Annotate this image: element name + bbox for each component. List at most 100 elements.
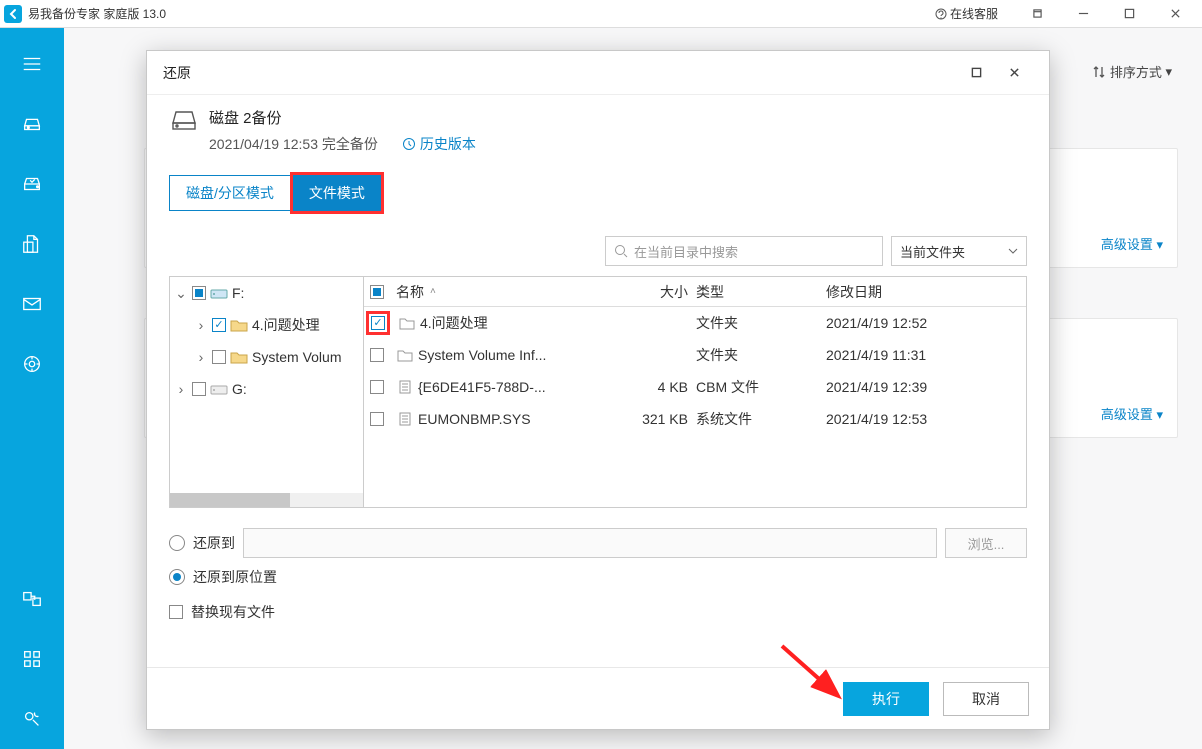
online-support-link[interactable]: 在线客服 [934, 5, 998, 22]
overwrite-label: 替换现有文件 [191, 602, 275, 622]
restore-original-label: 还原到原位置 [193, 567, 277, 587]
chevron-right-icon[interactable]: › [174, 381, 188, 397]
folder-icon [396, 347, 414, 363]
checkbox[interactable] [212, 350, 226, 364]
cancel-button[interactable]: 取消 [943, 682, 1029, 716]
app-logo [4, 5, 22, 23]
callout-highlight [366, 311, 390, 335]
checkbox[interactable] [212, 318, 226, 332]
file-name: EUMONBMP.SYS [418, 411, 531, 427]
titlebar-restore-icon[interactable] [1014, 1, 1060, 27]
dialog-maximize-button[interactable] [957, 59, 995, 87]
titlebar: 易我备份专家 家庭版 13.0 在线客服 [0, 0, 1202, 28]
chevron-down-icon[interactable]: ⌄ [174, 285, 188, 302]
execute-button[interactable]: 执行 [843, 682, 929, 716]
file-backup-icon[interactable] [0, 214, 64, 274]
checkbox[interactable] [370, 412, 384, 426]
file-row[interactable]: {E6DE41F5-788D-... 4 KB CBM 文件 2021/4/19… [364, 371, 1026, 403]
browse-button[interactable]: 浏览... [945, 528, 1027, 558]
app-title: 易我备份专家 家庭版 13.0 [28, 5, 934, 22]
folder-icon [398, 315, 416, 331]
search-scope-value: 当前文件夹 [900, 242, 965, 261]
file-type: 文件夹 [696, 345, 826, 365]
clone-icon[interactable] [0, 334, 64, 394]
mail-backup-icon[interactable] [0, 274, 64, 334]
checkbox[interactable] [192, 382, 206, 396]
tree-label: F: [232, 285, 244, 301]
file-list-header: 名称˄ 大小 类型 修改日期 [364, 277, 1026, 307]
sort-button[interactable]: 排序方式 ▾ [1092, 62, 1172, 81]
column-size[interactable]: 大小 [610, 282, 696, 302]
select-all-checkbox[interactable] [370, 285, 384, 299]
overwrite-checkbox[interactable] [169, 605, 183, 619]
dialog-footer: 执行 取消 [147, 667, 1049, 729]
sort-label: 排序方式 [1110, 62, 1162, 81]
file-date: 2021/4/19 11:31 [826, 347, 1026, 363]
drive-icon [210, 286, 228, 300]
file-date: 2021/4/19 12:39 [826, 379, 1026, 395]
file-row[interactable]: EUMONBMP.SYS 321 KB 系统文件 2021/4/19 12:53 [364, 403, 1026, 435]
restore-dialog: 还原 磁盘 2备份 2021/04/19 12:53 完全备份 历史版本 磁盘/… [146, 50, 1050, 730]
column-type[interactable]: 类型 [696, 282, 826, 302]
file-size: 4 KB [610, 379, 696, 395]
restore-to-label: 还原到 [193, 533, 235, 553]
advanced-settings-link[interactable]: 高级设置 ▾ [1101, 404, 1163, 423]
history-label: 历史版本 [420, 134, 476, 154]
restore-path-input[interactable] [243, 528, 937, 558]
checkbox[interactable] [192, 286, 206, 300]
dialog-close-button[interactable] [995, 59, 1033, 87]
backup-header: 磁盘 2备份 2021/04/19 12:53 完全备份 历史版本 [169, 107, 1027, 154]
tools-icon[interactable] [0, 629, 64, 689]
tree-node-folder[interactable]: › System Volum [170, 341, 363, 373]
disk-backup-icon[interactable] [0, 94, 64, 154]
tree-node-folder[interactable]: › 4.问题处理 [170, 309, 363, 341]
file-type: 系统文件 [696, 409, 826, 429]
search-input[interactable]: 在当前目录中搜索 [605, 236, 883, 266]
folder-icon [230, 318, 248, 332]
column-date[interactable]: 修改日期 [826, 282, 1026, 302]
tab-file-mode[interactable]: 文件模式 [293, 175, 381, 211]
tab-disk-mode[interactable]: 磁盘/分区模式 [169, 175, 291, 211]
tree-node-drive-f[interactable]: ⌄ F: [170, 277, 363, 309]
radio-restore-to[interactable] [169, 535, 185, 551]
file-size: 321 KB [610, 411, 696, 427]
tree-label: G: [232, 381, 247, 397]
file-row[interactable]: 4.问题处理 文件夹 2021/4/19 12:52 [364, 307, 1026, 339]
transfer-icon[interactable] [0, 569, 64, 629]
file-name: System Volume Inf... [418, 347, 546, 363]
dialog-title: 还原 [163, 63, 191, 83]
history-link[interactable]: 历史版本 [402, 134, 476, 154]
folder-tree[interactable]: ⌄ F: › 4.问题处理 › System Volum [170, 277, 364, 507]
tree-node-drive-g[interactable]: › G: [170, 373, 363, 405]
file-icon [396, 379, 414, 395]
settings-icon[interactable] [0, 689, 64, 749]
search-scope-select[interactable]: 当前文件夹 [891, 236, 1027, 266]
file-type: CBM 文件 [696, 377, 826, 397]
advanced-settings-link[interactable]: 高级设置 ▾ [1101, 234, 1163, 253]
search-placeholder: 在当前目录中搜索 [634, 242, 738, 261]
horizontal-scrollbar[interactable] [170, 493, 363, 507]
checkbox[interactable] [370, 348, 384, 362]
checkbox[interactable] [371, 316, 385, 330]
folder-icon [230, 350, 248, 364]
menu-icon[interactable] [0, 34, 64, 94]
checkbox[interactable] [370, 380, 384, 394]
close-button[interactable] [1152, 1, 1198, 27]
minimize-button[interactable] [1060, 1, 1106, 27]
online-support-label: 在线客服 [950, 5, 998, 22]
backup-subtitle: 2021/04/19 12:53 完全备份 [209, 134, 378, 154]
backup-name: 磁盘 2备份 [209, 107, 476, 128]
system-backup-icon[interactable] [0, 154, 64, 214]
file-name: 4.问题处理 [420, 313, 488, 333]
chevron-right-icon[interactable]: › [194, 317, 208, 333]
column-name[interactable]: 名称˄ [388, 282, 610, 302]
file-row[interactable]: System Volume Inf... 文件夹 2021/4/19 11:31 [364, 339, 1026, 371]
file-icon [396, 411, 414, 427]
chevron-right-icon[interactable]: › [194, 349, 208, 365]
maximize-button[interactable] [1106, 1, 1152, 27]
radio-restore-original[interactable] [169, 569, 185, 585]
sidebar [0, 28, 64, 749]
file-type: 文件夹 [696, 313, 826, 333]
tree-label: 4.问题处理 [252, 315, 320, 335]
disk-icon [169, 107, 199, 138]
